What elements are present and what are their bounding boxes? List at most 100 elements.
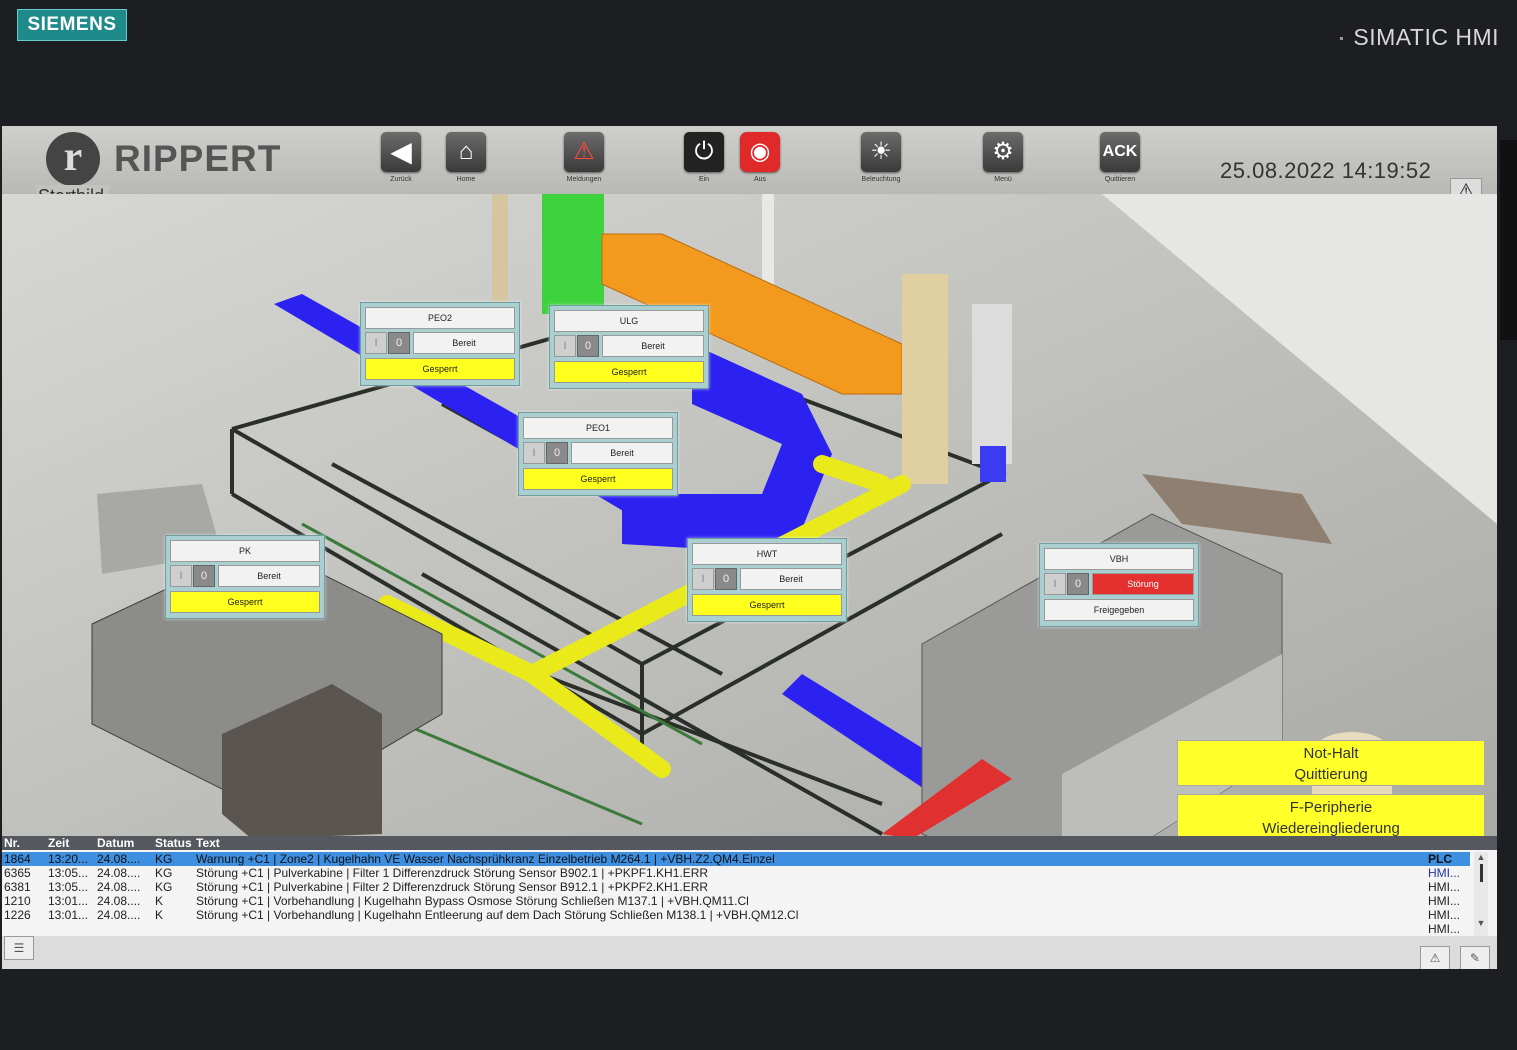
alarm-row[interactable]: 6365 13:05... 24.08.... KG Störung +C1 |… — [2, 866, 1470, 880]
power-off-button[interactable]: ◉ Aus — [737, 132, 783, 183]
alarm-edit-icon[interactable]: ✎ — [1460, 946, 1490, 969]
rippert-logo-icon: r — [46, 132, 100, 186]
unit-lock-state[interactable]: Gesperrt — [523, 468, 673, 490]
start-button[interactable]: I — [554, 335, 576, 357]
stop-button[interactable]: 0 — [546, 442, 568, 464]
start-button[interactable]: I — [1044, 573, 1066, 595]
unit-lock-state[interactable]: Gesperrt — [170, 591, 320, 613]
unit-status: Bereit — [218, 565, 320, 587]
emergency-stop-ack-button[interactable]: Not-Halt Quittierung — [1177, 740, 1485, 786]
unit-box-pk: PK I 0 Bereit Gesperrt — [165, 535, 325, 619]
start-button[interactable]: I — [365, 332, 387, 354]
alarm-footer: ☰ ⚠ ✎ — [2, 936, 1497, 969]
alarm-status: K — [155, 894, 164, 908]
menu-button[interactable]: ⚙ Menü — [980, 132, 1026, 183]
power-off-button-label: Aus — [753, 176, 767, 183]
col-datum[interactable]: Datum — [97, 836, 134, 850]
alarm-time: 13:01... — [48, 894, 89, 908]
messages-button[interactable]: ⚠ Meldungen — [561, 132, 607, 183]
power-on-icon: ⏻ — [684, 132, 724, 172]
back-button[interactable]: ◀ Zurück — [378, 132, 424, 183]
unit-box-peo2: PEO2 I 0 Bereit Gesperrt — [360, 302, 520, 386]
unit-name: HWT — [692, 543, 842, 565]
alarm-scrollbar[interactable]: ▲ ▼ — [1474, 852, 1488, 938]
alarm-row[interactable]: 6381 13:05... 24.08.... KG Störung +C1 |… — [2, 880, 1470, 894]
beige-duct — [902, 274, 948, 484]
unit-box-vbh: VBH I 0 Störung Freigegeben — [1039, 543, 1199, 627]
alarm-date: 24.08.... — [97, 866, 141, 880]
messages-button-label: Meldungen — [566, 176, 602, 183]
unit-box-ulg: ULG I 0 Bereit Gesperrt — [549, 305, 709, 389]
alarm-date: 24.08.... — [97, 880, 141, 894]
col-status[interactable]: Status — [155, 836, 192, 850]
alarm-date: 24.08.... — [97, 908, 141, 922]
alarm-row[interactable]: 1864 13:20... 24.08.... KG Warnung +C1 |… — [2, 852, 1470, 866]
alarm-table-header: Nr. Zeit Datum Status Text — [2, 836, 1497, 850]
alarm-date: 24.08.... — [97, 894, 141, 908]
alarm-text: Störung +C1 | Vorbehandlung | Kugelhahn … — [196, 908, 799, 922]
acknowledge-button[interactable]: ACK Quittieren — [1097, 132, 1143, 183]
f-periphery-label: F-Peripherie — [1289, 799, 1373, 816]
alarm-nr: 1864 — [4, 852, 31, 866]
alarm-date: 24.08.... — [97, 852, 141, 866]
alarm-plc: HMI... — [1428, 908, 1460, 922]
unit-name: PK — [170, 540, 320, 562]
alarm-status: KG — [155, 852, 173, 866]
alarm-row[interactable]: 1210 13:01... 24.08.... K Störung +C1 | … — [2, 894, 1470, 908]
alarm-status: KG — [155, 866, 173, 880]
blue-panel — [980, 446, 1006, 482]
unit-status: Bereit — [571, 442, 673, 464]
alarm-text: Störung +C1 | Vorbehandlung | Kugelhahn … — [196, 894, 749, 908]
stop-button[interactable]: 0 — [193, 565, 215, 587]
alarm-acknowledge-icon[interactable]: ⚠ — [1420, 946, 1450, 969]
col-text[interactable]: Text — [196, 836, 220, 850]
unit-name: PEO2 — [365, 307, 515, 329]
scroll-up-icon[interactable]: ▲ — [1474, 852, 1488, 862]
alarm-plc: HMI... — [1428, 922, 1460, 936]
alarm-status: K — [155, 908, 164, 922]
alarm-nr: 6381 — [4, 880, 31, 894]
stop-button[interactable]: 0 — [1067, 573, 1089, 595]
lighting-button[interactable]: ☀ Beleuchtung — [858, 132, 904, 183]
start-button[interactable]: I — [523, 442, 545, 464]
alarm-time: 13:20... — [48, 852, 89, 866]
scroll-thumb[interactable] — [1479, 864, 1483, 882]
vertical-pipe — [492, 194, 508, 314]
silver-stack — [972, 304, 1012, 464]
back-button-label: Zurück — [390, 176, 412, 183]
unit-status: Bereit — [740, 568, 842, 590]
stop-button[interactable]: 0 — [388, 332, 410, 354]
f-periphery-reintegration-button[interactable]: F-Peripherie Wiedereingliederung — [1177, 794, 1485, 840]
stop-button[interactable]: 0 — [577, 335, 599, 357]
alarm-row[interactable]: 1226 13:01... 24.08.... K Störung +C1 | … — [2, 908, 1470, 922]
start-button[interactable]: I — [170, 565, 192, 587]
unit-lock-state[interactable]: Gesperrt — [365, 358, 515, 380]
scroll-down-icon[interactable]: ▼ — [1474, 918, 1488, 928]
alarm-info-icon[interactable]: ☰ — [4, 936, 34, 960]
power-on-button[interactable]: ⏻ Ein — [681, 132, 727, 183]
bezel-side-strip — [1500, 140, 1517, 340]
stop-button[interactable]: 0 — [715, 568, 737, 590]
lighting-button-label: Beleuchtung — [861, 176, 901, 183]
back-arrow-icon: ◀ — [381, 132, 421, 172]
ack-icon: ACK — [1100, 132, 1140, 172]
emergency-stop-label: Not-Halt — [1303, 745, 1359, 762]
lightbulb-icon: ☀ — [861, 132, 901, 172]
brand-name: RIPPERT — [114, 138, 282, 179]
unit-lock-state[interactable]: Gesperrt — [692, 594, 842, 616]
alarm-view: Nr. Zeit Datum Status Text 1864 13:20...… — [2, 836, 1497, 969]
green-tower — [542, 194, 604, 314]
col-zeit[interactable]: Zeit — [48, 836, 69, 850]
alarm-plc: HMI... — [1428, 894, 1460, 908]
start-button[interactable]: I — [692, 568, 714, 590]
alarm-plc: HMI... — [1428, 880, 1460, 894]
simatic-hmi-label: SIMATIC HMI — [1340, 24, 1499, 51]
col-plc[interactable]: PLC — [1428, 852, 1452, 866]
unit-lock-state[interactable]: Gesperrt — [554, 361, 704, 383]
home-button[interactable]: ⌂ Home — [443, 132, 489, 183]
col-nr[interactable]: Nr. — [4, 836, 20, 850]
home-icon: ⌂ — [446, 132, 486, 172]
unit-lock-state[interactable]: Freigegeben — [1044, 599, 1194, 621]
unit-status: Bereit — [413, 332, 515, 354]
unit-name: VBH — [1044, 548, 1194, 570]
